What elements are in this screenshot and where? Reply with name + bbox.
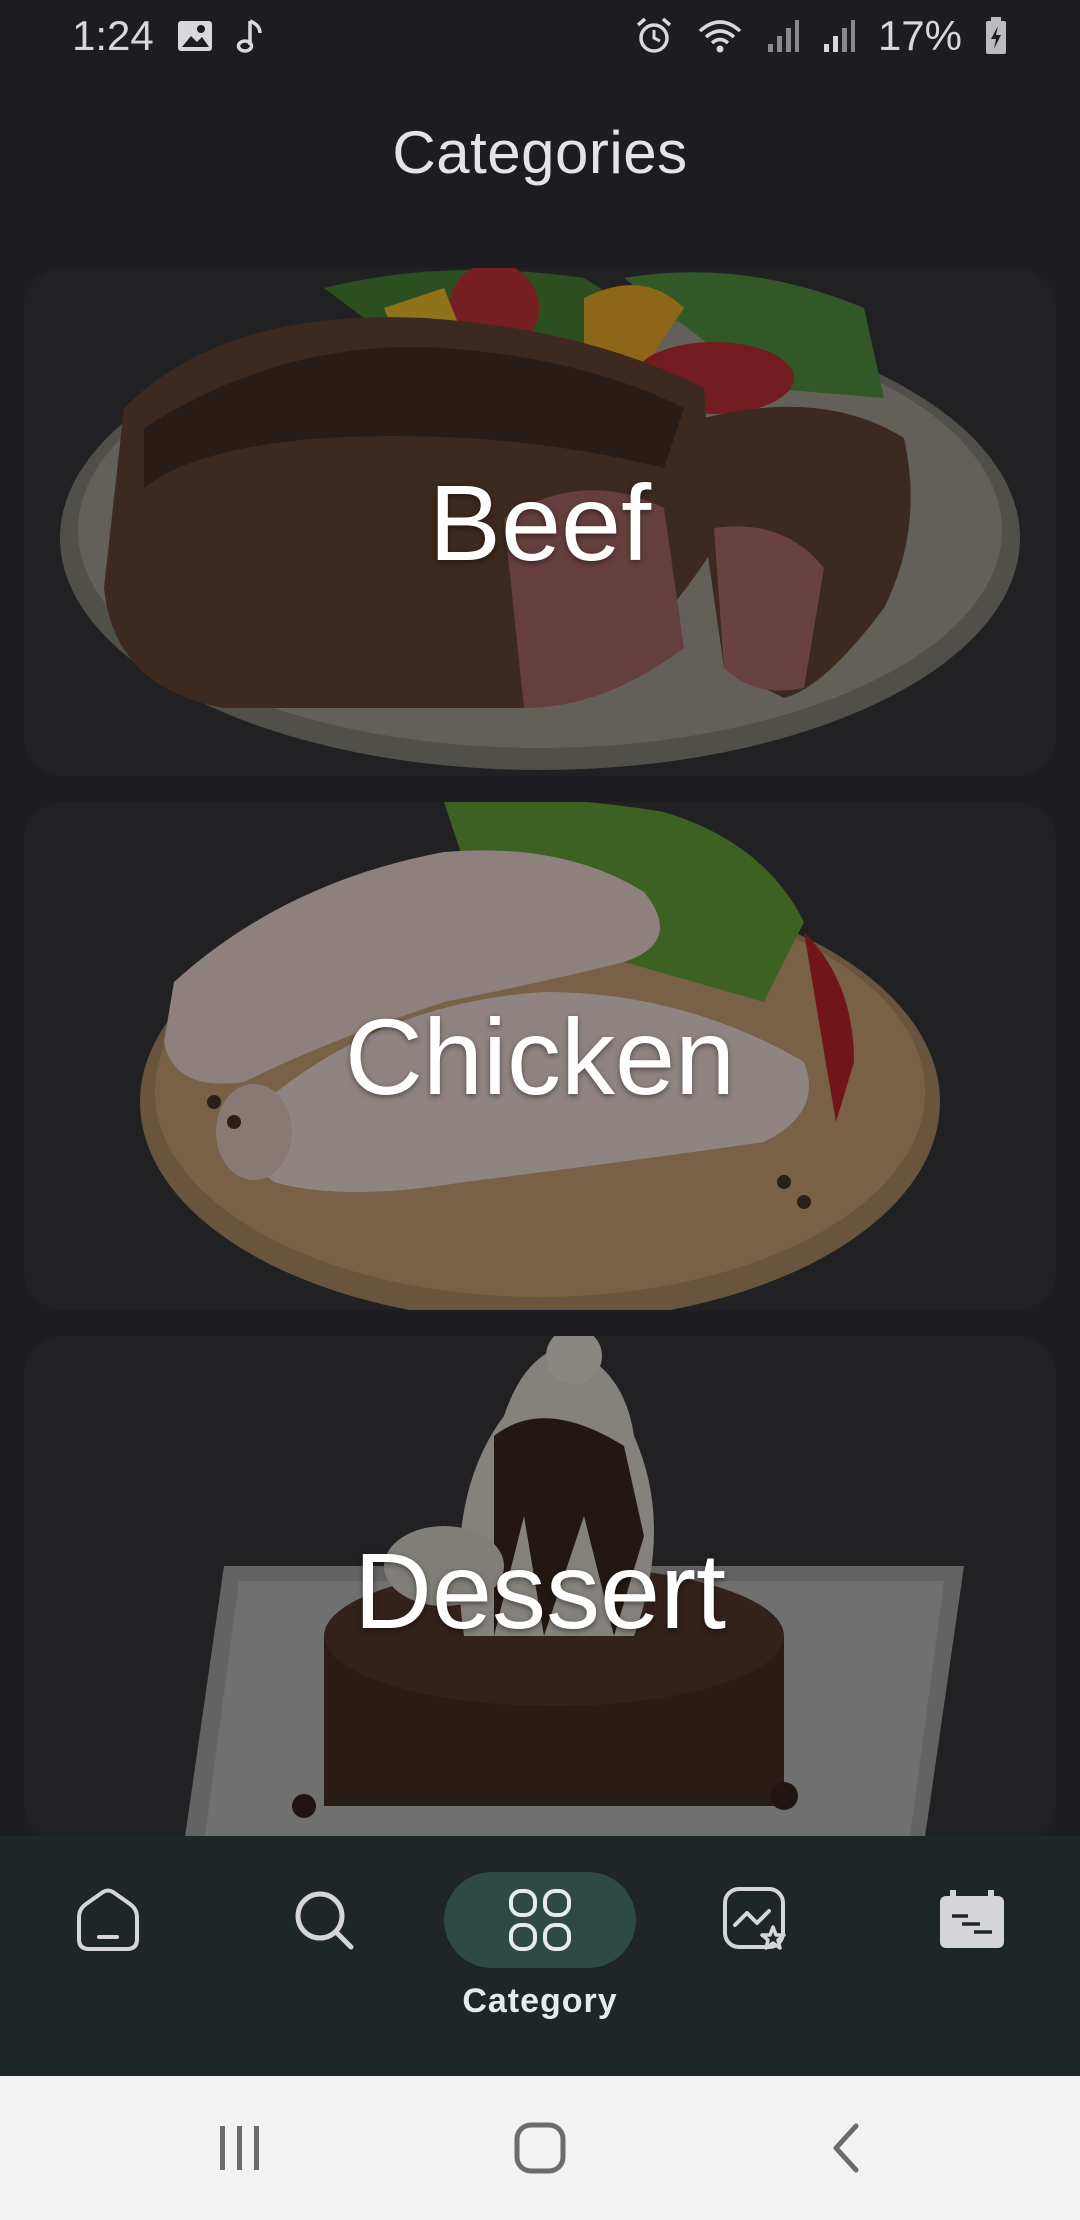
music-note-icon [236, 17, 266, 55]
nav-search[interactable] [228, 1836, 420, 2076]
category-list[interactable]: Beef Chicken Dessert [24, 268, 1056, 1836]
back-icon [833, 2123, 859, 2173]
signal-icon [822, 18, 856, 54]
category-label: Dessert [353, 1529, 727, 1651]
home-icon [77, 1888, 139, 1951]
status-bar: 1:24 17% [0, 0, 1080, 72]
gallery-icon [176, 19, 214, 53]
category-label: Beef [428, 461, 652, 583]
alarm-icon [634, 16, 674, 56]
category-card-chicken[interactable]: Chicken [24, 802, 1056, 1310]
battery-percent: 17% [877, 12, 962, 59]
home-button[interactable] [508, 2116, 572, 2180]
favorites-gallery-icon [723, 1887, 786, 1950]
home-button-icon [514, 2122, 566, 2174]
category-label: Chicken [344, 995, 736, 1117]
battery-charging-icon [984, 16, 1008, 56]
planner-icon [940, 1890, 1004, 1948]
system-navigation-bar [0, 2076, 1080, 2220]
category-card-dessert[interactable]: Dessert [24, 1336, 1056, 1836]
search-icon [295, 1891, 354, 1950]
nav-label-category: Category [462, 1982, 618, 2020]
wifi-icon [696, 17, 744, 55]
page-title: Categories [392, 119, 688, 186]
status-time: 1:24 [72, 12, 154, 59]
nav-planner[interactable] [876, 1836, 1068, 2076]
back-button[interactable] [814, 2116, 878, 2180]
bottom-navigation: Category [0, 1836, 1080, 2076]
nav-favorites[interactable] [660, 1836, 852, 2076]
category-grid-icon [509, 1889, 571, 1951]
nav-home[interactable] [12, 1836, 204, 2076]
nav-active-indicator [444, 1872, 636, 1968]
category-card-beef[interactable]: Beef [24, 268, 1056, 776]
recents-icon [220, 2126, 259, 2170]
recents-button[interactable] [208, 2116, 272, 2180]
nav-category[interactable]: Category [444, 1836, 636, 2076]
signal-icon [766, 18, 800, 54]
